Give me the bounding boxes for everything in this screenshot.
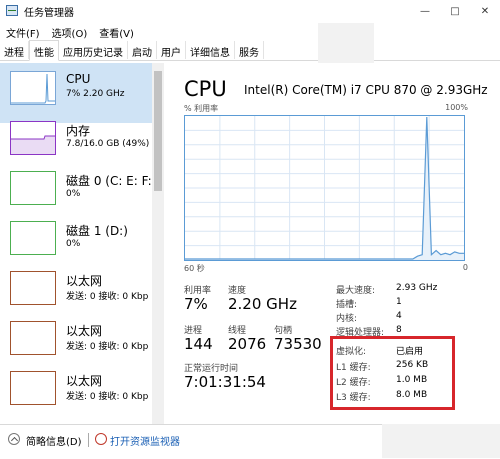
- sidebar-item-subtitle: 发送: 0 接收: 0 Kbp: [66, 342, 149, 352]
- sockets-value: 1: [396, 297, 402, 307]
- footer-divider: [88, 433, 89, 447]
- minimize-button[interactable]: —: [410, 0, 440, 22]
- resource-monitor-icon[interactable]: [95, 433, 107, 445]
- speed-value: 2.20 GHz: [228, 295, 297, 313]
- logical-processors-value: 8: [396, 325, 402, 335]
- open-resource-monitor-link[interactable]: 打开资源监视器: [110, 433, 180, 448]
- graph-max-label: 100%: [445, 103, 468, 112]
- window-title: 任务管理器: [24, 8, 74, 19]
- sidebar-item-title: 以太网: [66, 374, 103, 388]
- sidebar-item-subtitle: 发送: 0 接收: 0 Kbp: [66, 392, 149, 402]
- tab-startup[interactable]: 启动: [128, 41, 157, 59]
- cores-label: 内核:: [336, 314, 358, 324]
- title-bar: 任务管理器 — □ ✕: [0, 0, 500, 22]
- close-button[interactable]: ✕: [470, 0, 500, 22]
- window-controls: — □ ✕: [410, 0, 500, 22]
- cpu-thumbnail-graph: [10, 71, 56, 105]
- highlight-box: [330, 336, 455, 410]
- sidebar-item-title: 磁盘 1 (D:): [66, 224, 128, 238]
- tab-bar: 进程 性能 应用历史记录 启动 用户 详细信息 服务: [0, 40, 500, 61]
- sidebar-item-title: 磁盘 0 (C: E: F:: [66, 174, 152, 188]
- sidebar-item-title: 以太网: [66, 324, 103, 338]
- max-speed-label: 最大速度:: [336, 286, 376, 296]
- menu-file[interactable]: 文件(F): [0, 22, 46, 40]
- maximize-button[interactable]: □: [440, 0, 470, 22]
- cores-value: 4: [396, 311, 402, 321]
- sidebar-item-subtitle: 发送: 0 接收: 0 Kbp: [66, 292, 149, 302]
- ethernet-thumbnail-graph: [10, 271, 56, 305]
- cpu-model-name: Intel(R) Core(TM) i7 CPU 870 @ 2.93GHz: [244, 83, 488, 97]
- handles-value: 73530: [274, 335, 322, 353]
- menu-options[interactable]: 选项(O): [46, 22, 94, 40]
- task-manager-icon: [6, 5, 18, 16]
- tab-performance[interactable]: 性能: [29, 40, 59, 61]
- sidebar-item-title: CPU: [66, 72, 91, 86]
- sidebar-scrollbar-thumb[interactable]: [154, 71, 162, 191]
- ethernet-thumbnail-graph: [10, 321, 56, 355]
- disk-thumbnail-graph: [10, 221, 56, 255]
- sidebar-item-title: 内存: [66, 124, 91, 138]
- ethernet-thumbnail-graph: [10, 371, 56, 405]
- tab-app-history[interactable]: 应用历史记录: [59, 41, 128, 59]
- cpu-utilization-graph: [184, 115, 465, 261]
- sockets-label: 插槽:: [336, 300, 358, 310]
- menu-view[interactable]: 查看(V): [93, 22, 140, 40]
- max-speed-value: 2.93 GHz: [396, 283, 438, 293]
- processes-value: 144: [184, 335, 213, 353]
- memory-thumbnail-graph: [10, 121, 56, 155]
- sidebar-item-subtitle: 0%: [66, 189, 81, 199]
- blank-region: [382, 424, 500, 458]
- cpu-graph-svg: [185, 116, 464, 260]
- uptime-value: 7:01:31:54: [184, 373, 266, 391]
- chevron-up-icon[interactable]: [8, 433, 20, 445]
- sidebar-item-subtitle: 0%: [66, 239, 81, 249]
- graph-time-label: 60 秒: [184, 264, 205, 273]
- blank-region: [318, 23, 374, 63]
- menu-bar: 文件(F) 选项(O) 查看(V): [0, 22, 500, 40]
- sidebar-item-subtitle: 7.8/16.0 GB (49%): [66, 139, 150, 149]
- sidebar-item-title: 以太网: [66, 274, 103, 288]
- sidebar-item-ethernet[interactable]: 以太网 发送: 0 接收: 0 Kbp: [0, 363, 152, 423]
- tab-details[interactable]: 详细信息: [186, 41, 235, 59]
- tab-services[interactable]: 服务: [235, 41, 264, 59]
- disk-thumbnail-graph: [10, 171, 56, 205]
- resource-sidebar: CPU 7% 2.20 GHz 内存 7.8/16.0 GB (49%) 磁盘 …: [0, 63, 164, 424]
- cpu-heading: CPU: [184, 77, 227, 101]
- tab-processes[interactable]: 进程: [0, 41, 29, 59]
- fewer-details-button[interactable]: 简略信息(D): [26, 433, 82, 448]
- utilization-axis-label: % 利用率: [184, 104, 219, 113]
- threads-value: 2076: [228, 335, 267, 353]
- tab-users[interactable]: 用户: [157, 41, 186, 59]
- graph-min-label: 0: [462, 263, 468, 272]
- sidebar-item-subtitle: 7% 2.20 GHz: [66, 89, 125, 99]
- utilization-value: 7%: [184, 295, 208, 313]
